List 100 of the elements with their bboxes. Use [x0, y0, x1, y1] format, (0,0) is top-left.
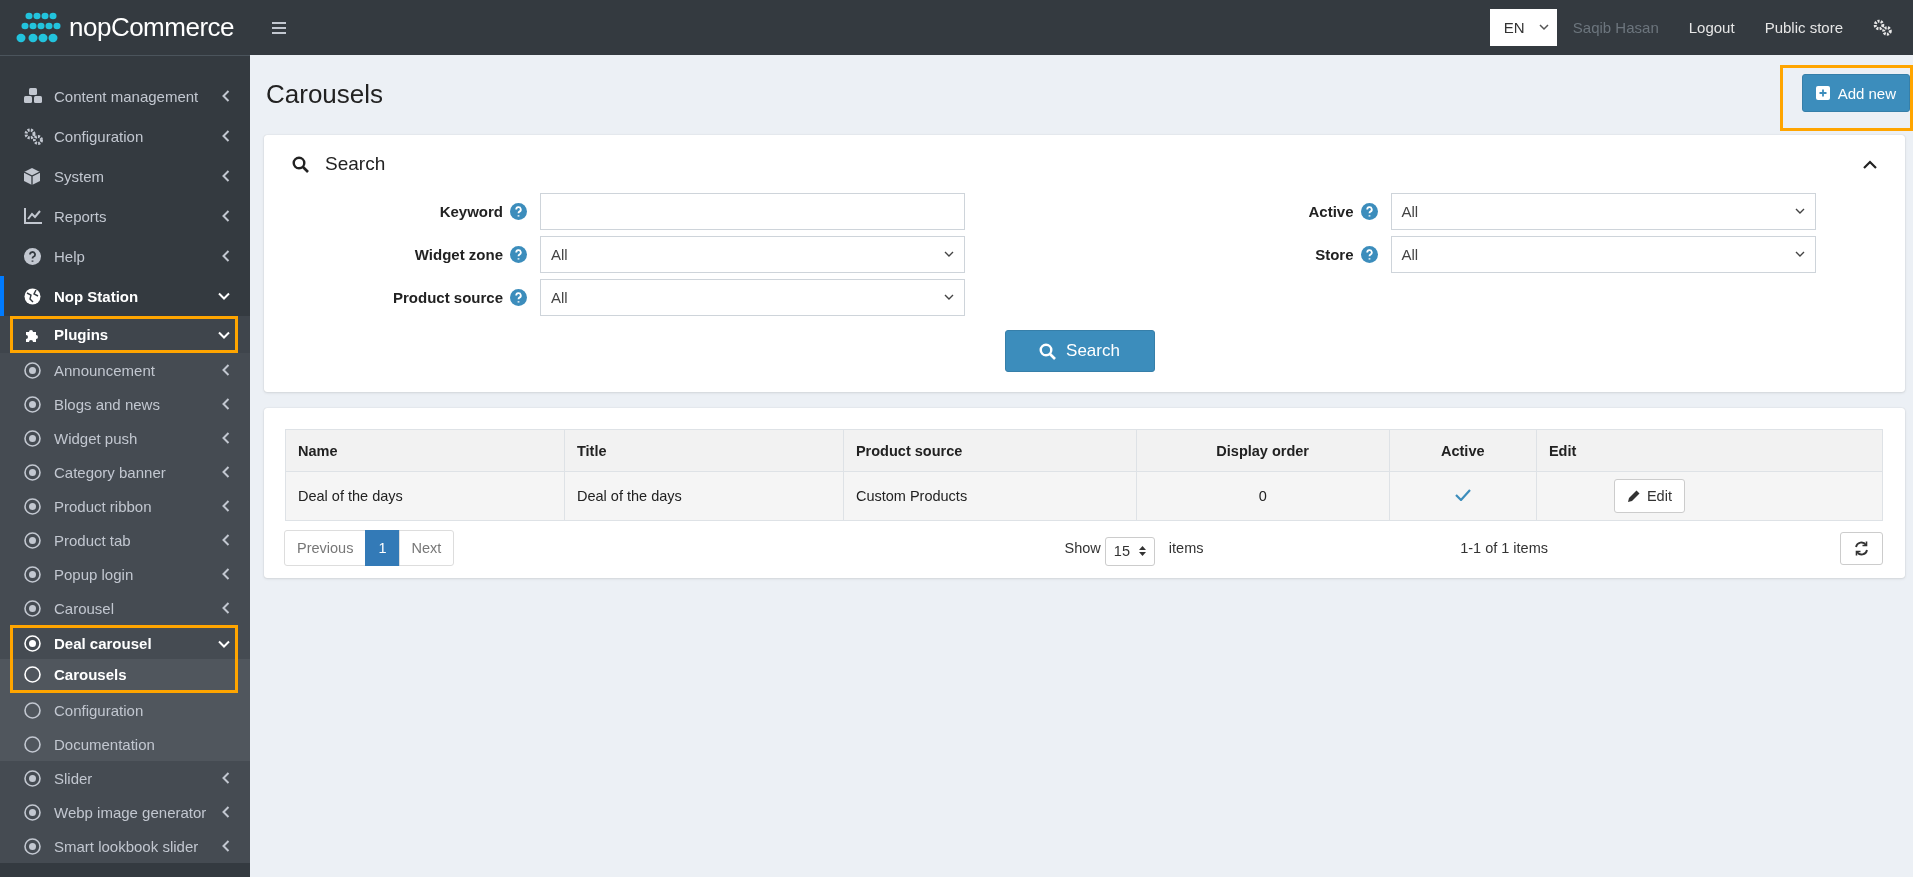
- chevron-down-icon: [218, 639, 230, 648]
- cube-icon: [24, 167, 40, 185]
- sidebar-item[interactable]: Help: [0, 236, 250, 276]
- refresh-button[interactable]: [1840, 531, 1883, 565]
- chevron-left-icon: [222, 840, 230, 852]
- chevron-left-icon: [222, 602, 230, 614]
- search-icon: [292, 155, 309, 173]
- select-field[interactable]: All: [540, 236, 965, 273]
- radio-dot-icon: [24, 497, 41, 515]
- caret-icon: [944, 294, 954, 301]
- sidebar-item[interactable]: Webp image generator: [0, 795, 250, 829]
- gears-icon[interactable]: [1873, 19, 1893, 36]
- sidebar-item[interactable]: Documentation: [0, 727, 250, 761]
- select-field[interactable]: All: [540, 279, 965, 316]
- sidebar-item[interactable]: Category banner: [0, 455, 250, 489]
- help-icon[interactable]: [1360, 203, 1378, 220]
- field-label: Widget zone: [414, 246, 503, 263]
- menu-icon[interactable]: [272, 21, 286, 34]
- sidebar-item[interactable]: Smart lookbook slider: [0, 829, 250, 863]
- sidebar-item[interactable]: Content management: [0, 76, 250, 116]
- radio-dot-icon: [24, 635, 41, 652]
- help-icon[interactable]: [510, 289, 527, 306]
- sidebar-item[interactable]: Widget push: [0, 421, 250, 455]
- radio-dot-icon: [24, 361, 41, 379]
- page-title: Carousels: [265, 78, 384, 110]
- cubes-icon: [24, 88, 42, 104]
- sidebar-item[interactable]: Announcement: [0, 353, 250, 387]
- column-header: Name: [285, 429, 565, 472]
- field-label: Product source: [392, 289, 503, 306]
- header-link[interactable]: Public store: [1764, 19, 1843, 36]
- plus-square-icon: [1815, 86, 1830, 100]
- chevron-left-icon: [222, 466, 230, 478]
- pagination-button[interactable]: Previous: [284, 530, 367, 566]
- circle-icon: [24, 735, 41, 753]
- pagination-button[interactable]: 1: [365, 530, 400, 566]
- gears-icon: [24, 127, 44, 145]
- caret-icon: [1538, 24, 1549, 31]
- chevron-down-icon: [218, 292, 230, 300]
- pencil-icon: [1626, 489, 1641, 503]
- chevron-left-icon: [222, 534, 230, 546]
- help-icon[interactable]: [510, 246, 527, 263]
- sidebar-item[interactable]: Configuration: [0, 116, 250, 156]
- help-icon: [24, 247, 41, 265]
- chevron-left-icon: [222, 500, 230, 512]
- show-label: Show: [1064, 540, 1101, 556]
- input-field[interactable]: [540, 193, 965, 230]
- line-chart-icon: [24, 208, 42, 224]
- sidebar-item[interactable]: Configuration: [0, 693, 250, 727]
- sort-caret-icon: [1138, 546, 1146, 556]
- sidebar-item[interactable]: Product tab: [0, 523, 250, 557]
- chevron-left-icon: [222, 170, 230, 182]
- select-field[interactable]: All: [1390, 236, 1816, 273]
- circle-icon: [24, 666, 41, 683]
- help-icon[interactable]: [510, 203, 527, 220]
- help-icon[interactable]: [1360, 246, 1378, 263]
- sidebar-item[interactable]: System: [0, 156, 250, 196]
- chevron-left-icon: [222, 210, 230, 222]
- field-label: Active: [1308, 203, 1354, 220]
- add-new-button[interactable]: Add new: [1801, 74, 1910, 112]
- radio-dot-icon: [24, 463, 41, 481]
- search-button[interactable]: Search: [1004, 330, 1155, 372]
- language-select[interactable]: EN: [1489, 9, 1557, 46]
- chevron-up-icon[interactable]: [1863, 159, 1877, 169]
- sidebar-item[interactable]: Carousels: [10, 659, 238, 693]
- field-label: Keyword: [439, 203, 503, 220]
- chevron-left-icon: [222, 772, 230, 784]
- edit-button[interactable]: Edit: [1613, 479, 1685, 513]
- caret-icon: [1794, 208, 1805, 215]
- radio-dot-icon: [24, 837, 41, 855]
- table-cell: Deal of the days: [285, 471, 565, 521]
- items-label: items: [1168, 540, 1204, 556]
- chevron-down-icon: [218, 330, 230, 339]
- user-name: Saqib Hasan: [1572, 19, 1659, 36]
- chevron-left-icon: [222, 806, 230, 818]
- sidebar-item[interactable]: Popup login: [0, 557, 250, 591]
- sidebar-item[interactable]: Plugins: [10, 316, 238, 353]
- sidebar-item[interactable]: Slider: [0, 761, 250, 795]
- chevron-left-icon: [222, 250, 230, 262]
- pagination-button[interactable]: Next: [398, 530, 455, 566]
- chevron-left-icon: [222, 398, 230, 410]
- radio-dot-icon: [24, 565, 41, 583]
- sidebar-item[interactable]: Carousel: [0, 591, 250, 625]
- sidebar-item[interactable]: Blogs and news: [0, 387, 250, 421]
- radio-dot-icon: [24, 803, 41, 821]
- column-header: Active: [1389, 429, 1537, 472]
- header-link[interactable]: Logout: [1688, 19, 1735, 36]
- table-cell: Deal of the days: [564, 471, 844, 521]
- search-icon: [1039, 342, 1057, 360]
- sidebar-item[interactable]: Nop Station: [0, 276, 250, 316]
- table-cell: Custom Products: [843, 471, 1137, 521]
- sidebar-item[interactable]: Reports: [0, 196, 250, 236]
- column-header: Title: [564, 429, 844, 472]
- panel-title: Search: [325, 153, 387, 175]
- brand-name: nopCommerce: [69, 12, 234, 43]
- page-size-select[interactable]: 15: [1104, 536, 1155, 566]
- field-label: Store: [1315, 246, 1354, 263]
- chevron-left-icon: [222, 364, 230, 376]
- table-cell: 0: [1136, 471, 1390, 521]
- sidebar-item[interactable]: Product ribbon: [0, 489, 250, 523]
- select-field[interactable]: All: [1390, 193, 1816, 230]
